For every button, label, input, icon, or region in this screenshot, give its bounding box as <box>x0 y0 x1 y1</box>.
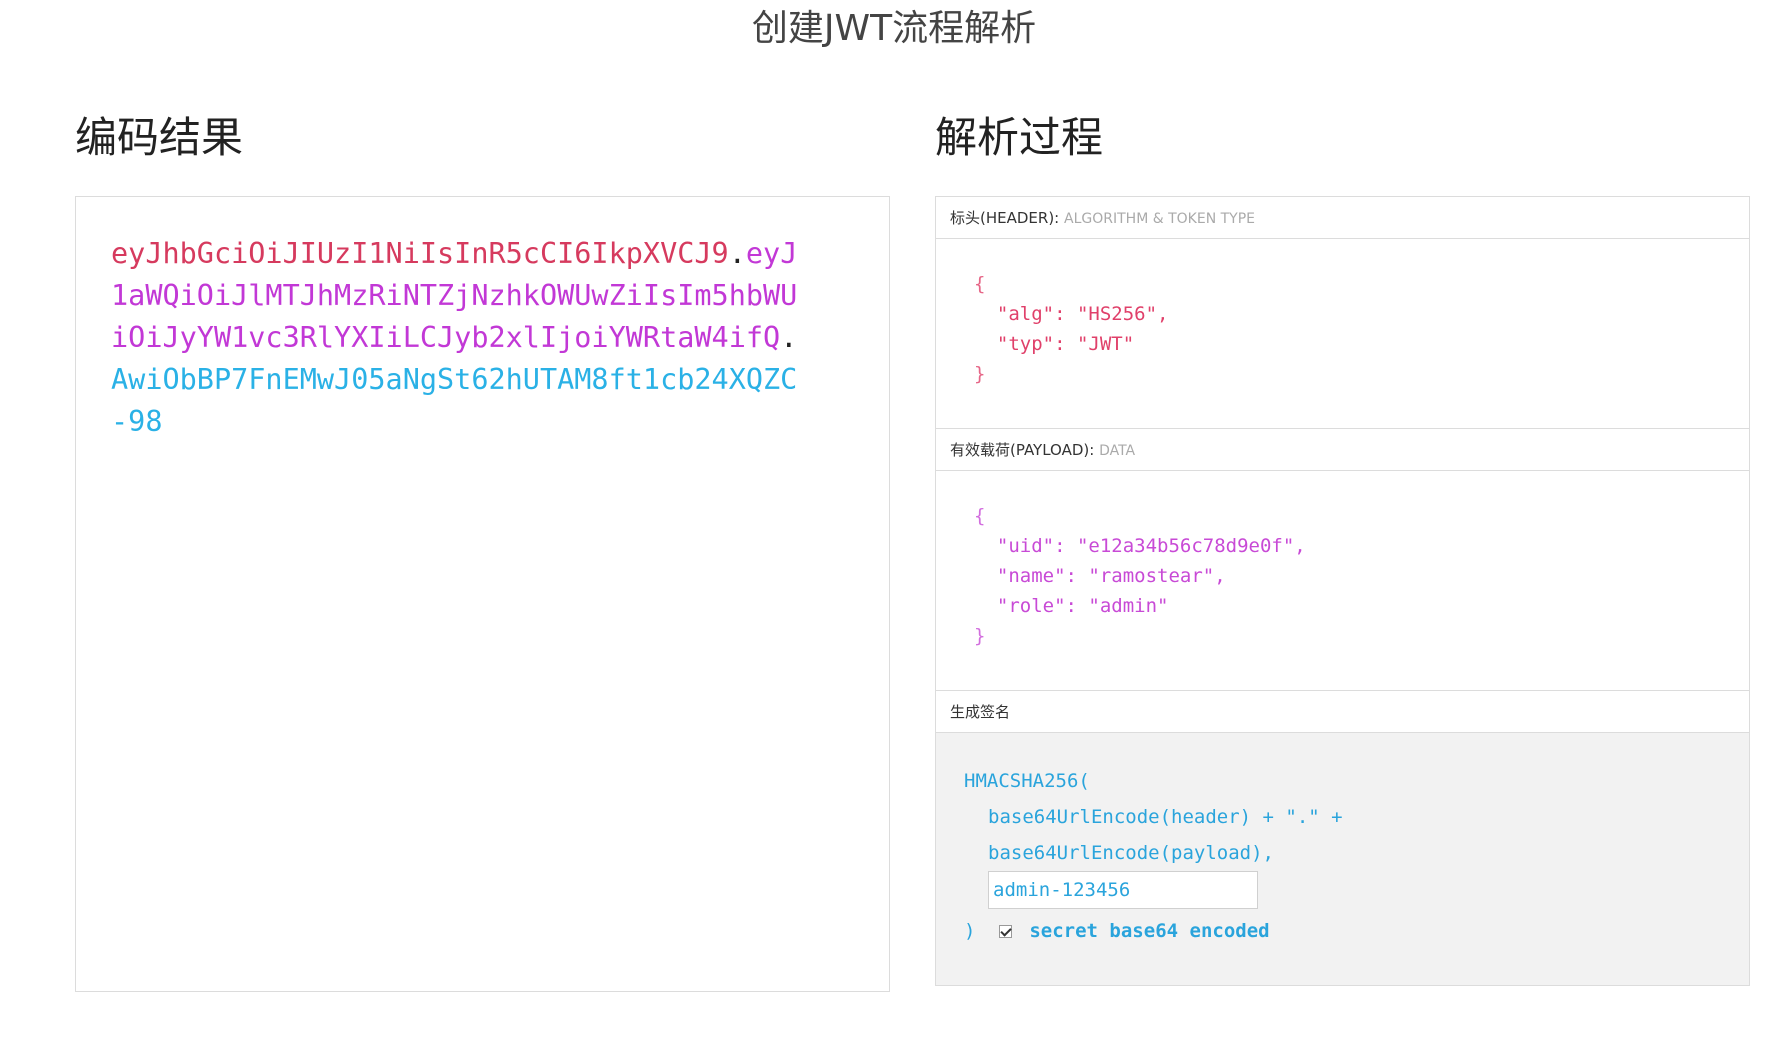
header-json[interactable]: { "alg": "HS256", "typ": "JWT" } <box>974 269 1168 389</box>
header-section-sub: ALGORITHM & TOKEN TYPE <box>1064 211 1256 227</box>
header-json-editor[interactable]: { "alg": "HS256", "typ": "JWT" } <box>936 239 1749 429</box>
payload-json-editor[interactable]: { "uid": "e12a34b56c78d9e0f", "name": "r… <box>936 471 1749 691</box>
token-signature-part: AwiObBP7FnEMwJ05aNgSt62hUTAM8ft1cb24XQZC… <box>111 363 798 438</box>
decoded-panel: 标头(HEADER): ALGORITHM & TOKEN TYPE { "al… <box>935 196 1750 986</box>
encoded-token[interactable]: eyJhbGciOiJIUzI1NiIsInR5cCI6IkpXVCJ9.eyJ… <box>111 233 811 443</box>
encoded-heading: 编码结果 <box>75 113 244 162</box>
jwt-page: 创建JWT流程解析 编码结果 解析过程 eyJhbGciOiJIUzI1NiIs… <box>0 0 1788 1038</box>
sig-line-payload: base64UrlEncode(payload), <box>988 842 1274 864</box>
encoded-token-box[interactable]: eyJhbGciOiJIUzI1NiIsInR5cCI6IkpXVCJ9.eyJ… <box>75 196 890 992</box>
open-brace: { <box>974 505 986 527</box>
payload-section-label: 有效载荷(PAYLOAD): <box>950 441 1095 459</box>
signature-section-title: 生成签名 <box>936 691 1749 733</box>
sig-line-header: base64UrlEncode(header) + "." + <box>988 806 1343 828</box>
signature-verify: HMACSHA256( base64UrlEncode(header) + ".… <box>936 733 1749 985</box>
payload-section-sub: DATA <box>1099 443 1136 459</box>
hmac-func: HMACSHA256( <box>964 770 1090 792</box>
secret-input[interactable] <box>988 871 1258 909</box>
page-title: 创建JWT流程解析 <box>751 8 1037 49</box>
signature-code: HMACSHA256( base64UrlEncode(header) + ".… <box>964 763 1343 949</box>
payload-json[interactable]: { "uid": "e12a34b56c78d9e0f", "name": "r… <box>974 501 1306 651</box>
close-brace: } <box>974 625 986 647</box>
header-section-title: 标头(HEADER): ALGORITHM & TOKEN TYPE <box>936 197 1749 239</box>
json-line-uid: "uid": "e12a34b56c78d9e0f", <box>974 535 1306 557</box>
payload-section-title: 有效载荷(PAYLOAD): DATA <box>936 429 1749 471</box>
secret-base64-label[interactable]: secret base64 encoded <box>1029 920 1269 942</box>
secret-base64-checkbox[interactable] <box>998 925 1012 938</box>
decoded-heading: 解析过程 <box>935 113 1104 162</box>
close-paren: ) <box>964 920 976 942</box>
token-dot: . <box>780 321 798 354</box>
token-dot: . <box>728 237 746 270</box>
open-brace: { <box>974 273 986 295</box>
header-section-label: 标头(HEADER): <box>950 209 1060 227</box>
json-line-typ: "typ": "JWT" <box>974 333 1135 355</box>
token-header-part: eyJhbGciOiJIUzI1NiIsInR5cCI6IkpXVCJ9 <box>111 237 729 270</box>
json-line-name: "name": "ramostear", <box>974 565 1226 587</box>
json-line-role: "role": "admin" <box>974 595 1169 617</box>
signature-section-label: 生成签名 <box>950 703 1011 721</box>
close-brace: } <box>974 363 986 385</box>
json-line-alg: "alg": "HS256", <box>974 303 1169 325</box>
